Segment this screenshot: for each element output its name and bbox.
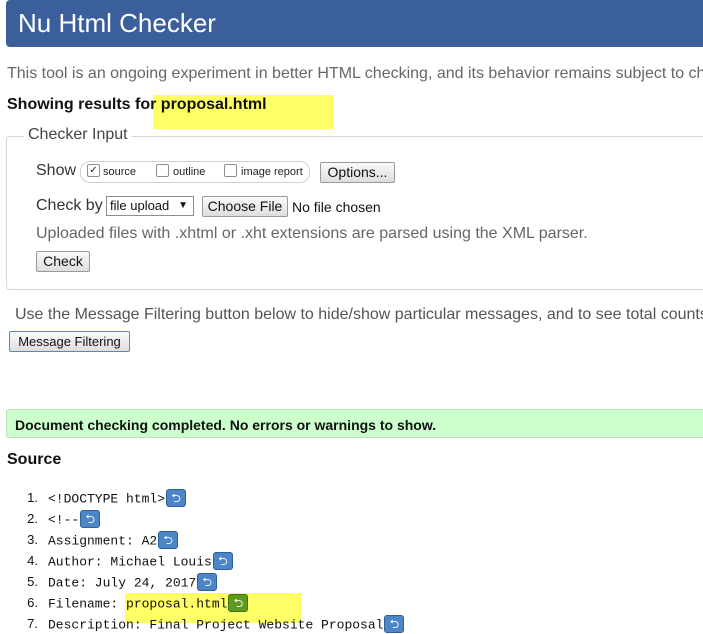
- line-return-icon[interactable]: ⮌: [212, 552, 233, 570]
- success-message: Document checking completed. No errors o…: [15, 417, 437, 433]
- app-header: Nu Html Checker: [6, 0, 703, 47]
- line-number: 6.: [27, 595, 38, 610]
- check-by-label: Check by: [36, 197, 103, 214]
- line-text: Date: July 24, 2017: [48, 575, 197, 591]
- dropdown-arrow-icon: ▼: [178, 200, 188, 211]
- line-return-icon[interactable]: ⮌: [384, 615, 405, 633]
- line-code: Filename: proposal.html ⮌: [48, 594, 249, 613]
- source-heading: Source: [7, 451, 62, 468]
- success-message-box: Document checking completed. No errors o…: [6, 409, 703, 438]
- options-button[interactable]: Options...: [320, 162, 395, 183]
- line-text: Author: Michael Louis: [48, 554, 212, 570]
- intro-text: This tool is an ongoing experiment in be…: [7, 65, 703, 82]
- outline-checkbox[interactable]: [156, 164, 169, 177]
- line-code: <!-- ⮌: [48, 510, 101, 529]
- line-return-icon[interactable]: ⮌: [80, 510, 101, 528]
- check-button[interactable]: Check: [36, 251, 90, 272]
- line-text: Filename:: [48, 596, 127, 612]
- show-label: Show: [36, 162, 77, 179]
- app-title: Nu Html Checker: [18, 8, 216, 38]
- line-number: 3.: [27, 532, 38, 547]
- line-return-icon[interactable]: ⮌: [228, 594, 249, 612]
- results-filename: proposal.html: [160, 96, 267, 113]
- line-number: 1.: [27, 490, 38, 505]
- checker-input-legend: Checker Input: [24, 126, 132, 144]
- line-text: Description: Final Project Website Propo…: [48, 617, 384, 633]
- results-heading: Showing results for proposal.html: [7, 96, 267, 114]
- check-by-select[interactable]: file upload ▼: [106, 196, 194, 216]
- line-number: 2.: [27, 511, 38, 526]
- image-report-checkbox-label[interactable]: image report: [241, 166, 303, 178]
- line-code: Date: July 24, 2017 ⮌: [48, 573, 218, 592]
- message-filtering-button[interactable]: Message Filtering: [9, 331, 130, 352]
- line-number: 4.: [27, 553, 38, 568]
- line-text: <!DOCTYPE html>: [48, 491, 166, 507]
- line-text: Assignment: A2: [48, 533, 158, 549]
- line-code: <!DOCTYPE html> ⮌: [48, 489, 187, 508]
- line-code: Assignment: A2 ⮌: [48, 531, 179, 550]
- results-prefix: Showing results for: [7, 96, 161, 113]
- line-return-icon[interactable]: ⮌: [158, 531, 179, 549]
- xml-parser-note: Uploaded files with .xhtml or .xht exten…: [36, 225, 588, 242]
- line-number: 5.: [27, 574, 38, 589]
- outline-checkbox-label[interactable]: outline: [173, 166, 205, 178]
- line-code: Author: Michael Louis ⮌: [48, 552, 233, 571]
- check-by-value: file upload: [110, 198, 170, 213]
- line-return-icon[interactable]: ⮌: [166, 489, 187, 507]
- source-checkbox[interactable]: ✓: [87, 164, 100, 177]
- line-return-icon[interactable]: ⮌: [197, 573, 218, 591]
- line-number: 7.: [27, 616, 38, 631]
- line-code: Description: Final Project Website Propo…: [48, 615, 405, 634]
- no-file-text: No file chosen: [292, 199, 381, 215]
- line-text: <!--: [48, 512, 80, 528]
- image-report-checkbox[interactable]: [224, 164, 237, 177]
- filtering-note: Use the Message Filtering button below t…: [15, 306, 703, 323]
- choose-file-button[interactable]: Choose File: [202, 196, 288, 217]
- line-highlighted-text: proposal.html: [126, 596, 228, 612]
- source-checkbox-label[interactable]: source: [103, 166, 136, 178]
